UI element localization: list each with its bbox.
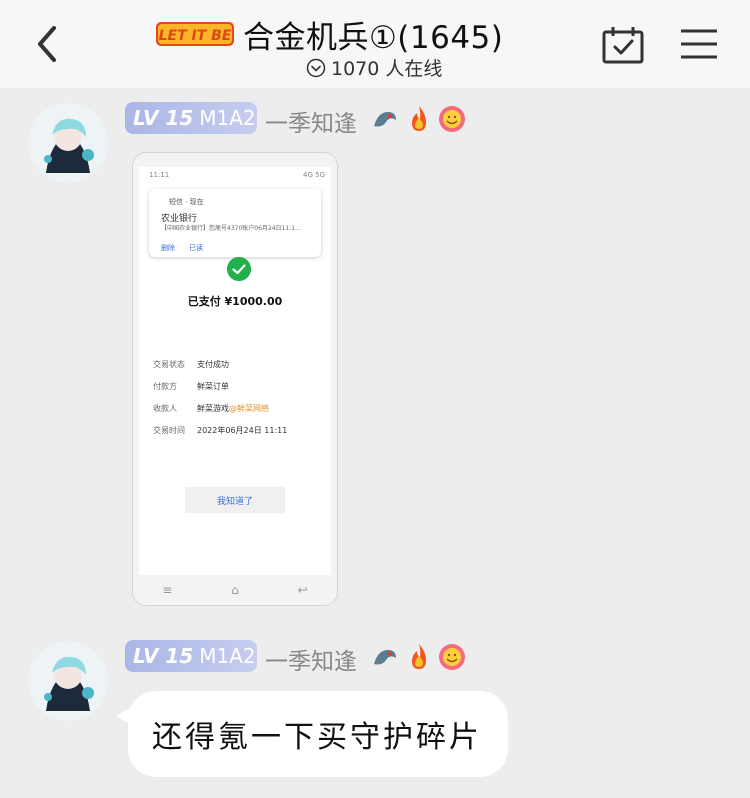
phone-nav-bar: ≡ ⌂ ↩ bbox=[162, 583, 308, 597]
level-badge: LV 15 M1A2 bbox=[125, 640, 257, 672]
avatar[interactable] bbox=[28, 103, 108, 183]
online-count: 1070 人在线 bbox=[331, 58, 443, 80]
calendar-check-icon[interactable] bbox=[602, 26, 644, 64]
dragon-badge-icon bbox=[374, 650, 396, 665]
fire-icon bbox=[412, 644, 426, 669]
detail-label: 交易时间 bbox=[153, 426, 185, 435]
svg-text:LET IT BE: LET IT BE bbox=[159, 28, 232, 44]
level-badge: LV 15 M1A2 bbox=[125, 102, 257, 134]
success-check-icon bbox=[227, 257, 251, 281]
paid-amount: 已支付 ¥1000.00 bbox=[187, 295, 283, 308]
payment-screenshot: 11:11 4G 5G 短信 · 现在 农业银行 【中国农业银行】您尾号4370… bbox=[139, 167, 331, 575]
image-message[interactable]: 11:11 4G 5G 短信 · 现在 农业银行 【中国农业银行】您尾号4370… bbox=[132, 152, 338, 606]
message-text: 还得氪一下买守护碎片 bbox=[152, 720, 482, 755]
online-status[interactable]: 1070 人在线 bbox=[306, 54, 442, 81]
detail-label: 收款人 bbox=[153, 404, 177, 413]
group-name: 合金机兵①(1645) bbox=[243, 19, 504, 56]
menu-icon[interactable] bbox=[680, 28, 718, 60]
detail-value: 鲜菜游戏@鲜菜网络 bbox=[197, 404, 269, 413]
detail-value: 2022年06月24日 11:11 bbox=[197, 426, 288, 435]
avatar[interactable] bbox=[28, 641, 108, 721]
smile-badge-icon bbox=[439, 106, 465, 132]
back-arrow-icon[interactable] bbox=[28, 22, 68, 66]
avatar-image bbox=[28, 103, 108, 183]
fire-icon bbox=[412, 106, 426, 131]
group-logo: LET IT BE bbox=[156, 22, 234, 46]
text-message[interactable]: 还得氪一下买守护碎片 bbox=[128, 691, 508, 777]
group-title[interactable]: LET IT BE 合金机兵①(1645) bbox=[155, 14, 504, 56]
smile-badge-icon bbox=[439, 644, 465, 670]
chevron-down-circle-icon bbox=[306, 58, 326, 77]
avatar-image bbox=[28, 641, 108, 721]
detail-value: 鲜菜订单 bbox=[197, 382, 229, 391]
detail-label: 付款方 bbox=[153, 382, 177, 391]
ok-button: 我知道了 bbox=[185, 487, 285, 513]
chat-header: LET IT BE 合金机兵①(1645) 1070 人在线 bbox=[0, 0, 750, 88]
sms-notification: 短信 · 现在 农业银行 【中国农业银行】您尾号4370账户06月24日11:1… bbox=[149, 189, 321, 257]
detail-label: 交易状态 bbox=[153, 360, 185, 369]
detail-value: 支付成功 bbox=[197, 360, 229, 369]
sender-name[interactable]: 一季知逢 bbox=[265, 104, 357, 138]
dragon-badge-icon bbox=[374, 112, 396, 127]
phone-status-bar: 11:11 4G 5G bbox=[149, 171, 325, 179]
sender-name[interactable]: 一季知逢 bbox=[265, 642, 357, 676]
